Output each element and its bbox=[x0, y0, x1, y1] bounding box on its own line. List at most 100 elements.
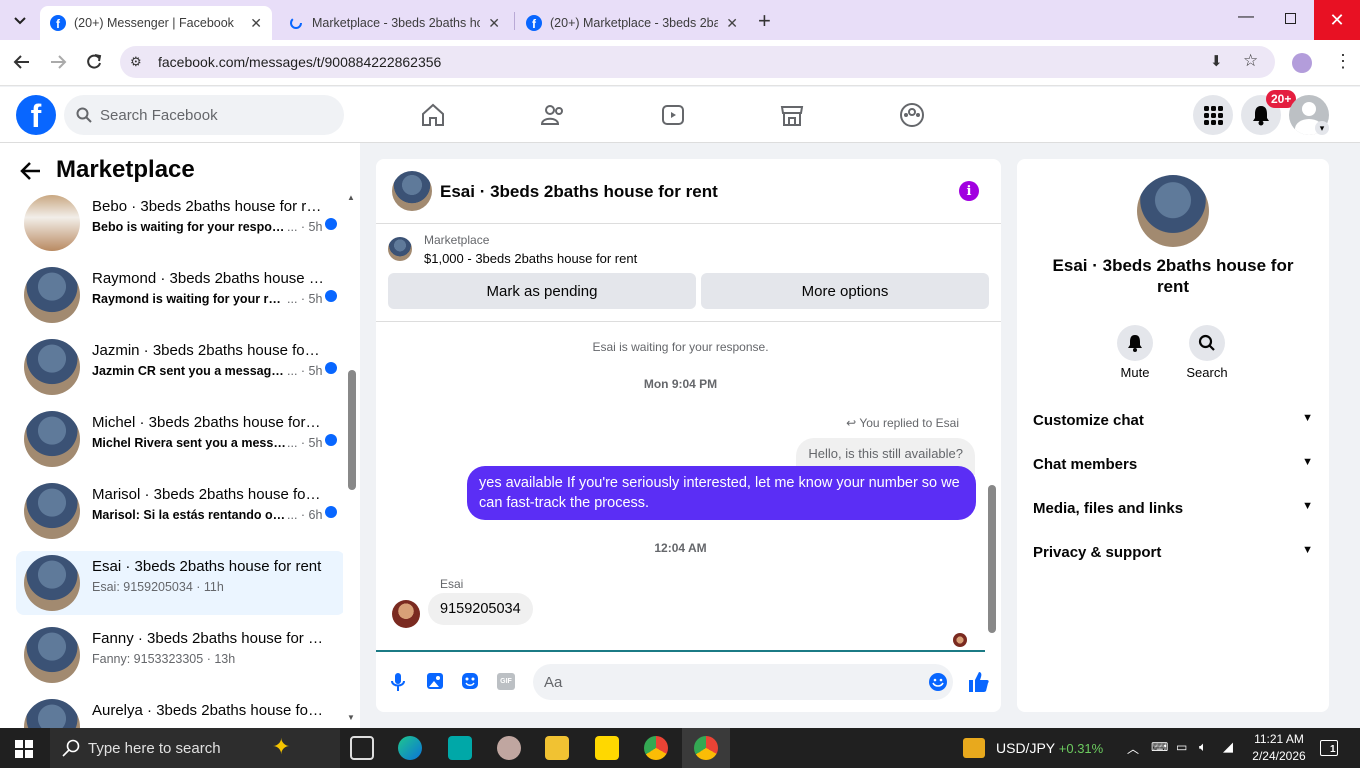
sticky-notes-icon[interactable] bbox=[595, 736, 619, 760]
microphone-icon[interactable] bbox=[390, 672, 406, 692]
conversation-item[interactable]: Raymond · 3beds 2baths house for rent Ra… bbox=[16, 263, 343, 327]
edge-icon[interactable] bbox=[398, 736, 422, 760]
chat-members-row[interactable]: Chat members ▼ bbox=[1033, 456, 1313, 473]
forward-button[interactable] bbox=[49, 53, 67, 76]
tab-search-button[interactable] bbox=[8, 10, 32, 32]
tray-chevron-icon[interactable]: ︿ bbox=[1127, 740, 1139, 757]
facebook-favicon-icon: f bbox=[50, 15, 66, 31]
gif-icon[interactable]: GIF bbox=[497, 673, 515, 690]
chat-scrollbar[interactable] bbox=[988, 485, 996, 633]
close-tab-icon[interactable]: ✕ bbox=[726, 15, 738, 32]
minimize-button[interactable]: — bbox=[1238, 8, 1254, 26]
home-icon[interactable] bbox=[419, 101, 447, 129]
install-app-icon[interactable]: ⬇ bbox=[1210, 52, 1223, 70]
conversation-item[interactable]: Marisol · 3beds 2baths house for rent Ma… bbox=[16, 479, 343, 543]
search-conversation-button[interactable] bbox=[1189, 325, 1225, 361]
clock-date: 2/24/2026 bbox=[1252, 749, 1306, 763]
profile-avatar[interactable] bbox=[1292, 53, 1312, 73]
taskbar-search-input[interactable]: Type here to search ✦ bbox=[50, 728, 340, 768]
new-tab-button[interactable]: + bbox=[758, 8, 771, 34]
tab-marketplace-2[interactable]: f (20+) Marketplace - 3beds 2bat ✕ bbox=[516, 6, 748, 40]
chevron-down-icon: ▼ bbox=[1302, 456, 1313, 468]
close-window-button[interactable]: ✕ bbox=[1314, 0, 1360, 40]
conversation-item[interactable]: Michel · 3beds 2baths house for rent Mic… bbox=[16, 407, 343, 471]
task-view-icon[interactable] bbox=[350, 736, 374, 760]
more-options-button[interactable]: More options bbox=[701, 273, 989, 309]
mute-button[interactable] bbox=[1117, 325, 1153, 361]
conversation-preview: Jazmin CR sent you a message about bbox=[92, 364, 287, 378]
conversation-item[interactable]: Fanny · 3beds 2baths house for rent Fann… bbox=[16, 623, 343, 687]
bookmark-star-icon[interactable]: ☆ bbox=[1243, 51, 1258, 71]
back-button[interactable] bbox=[13, 53, 31, 76]
row-label: Privacy & support bbox=[1033, 544, 1162, 561]
incoming-message[interactable]: 9159205034 bbox=[428, 593, 533, 625]
marketplace-icon[interactable] bbox=[778, 101, 806, 129]
conversation-name: Esai · 3beds 2baths house for rent bbox=[92, 558, 322, 575]
conversation-item-selected[interactable]: Esai · 3beds 2baths house for rent Esai:… bbox=[16, 551, 343, 615]
close-tab-icon[interactable]: ✕ bbox=[250, 15, 262, 32]
address-bar[interactable]: ⚙ facebook.com/messages/t/90088422286235… bbox=[120, 46, 1275, 78]
chat-info-button[interactable]: i bbox=[959, 181, 979, 201]
chat-title[interactable]: Esai · 3beds 2baths house for rent bbox=[440, 182, 718, 202]
chrome-icon[interactable] bbox=[644, 736, 668, 760]
emoji-icon[interactable] bbox=[928, 672, 948, 692]
close-tab-icon[interactable]: ✕ bbox=[488, 15, 500, 32]
scroll-up-icon[interactable]: ▲ bbox=[347, 193, 355, 202]
contact-avatar[interactable] bbox=[1137, 175, 1209, 247]
conversation-avatar bbox=[24, 339, 80, 395]
conversation-name: Marisol · 3beds 2baths house for rent bbox=[92, 486, 324, 503]
message-input[interactable]: Aa bbox=[533, 664, 953, 700]
customize-chat-row[interactable]: Customize chat ▼ bbox=[1033, 412, 1313, 429]
notification-count: 1 bbox=[1330, 744, 1336, 755]
groups-icon[interactable] bbox=[898, 101, 926, 129]
restore-button[interactable] bbox=[1285, 13, 1296, 24]
tab-messenger[interactable]: f (20+) Messenger | Facebook ✕ bbox=[40, 6, 272, 40]
sticker-icon[interactable] bbox=[461, 672, 479, 690]
account-chevron-icon[interactable]: ▾ bbox=[1315, 121, 1329, 135]
site-info-icon[interactable]: ⚙ bbox=[130, 54, 142, 70]
media-files-links-row[interactable]: Media, files and links ▼ bbox=[1033, 500, 1313, 517]
reply-arrow-icon: ↩ bbox=[846, 416, 857, 430]
privacy-support-row[interactable]: Privacy & support ▼ bbox=[1033, 544, 1313, 561]
sigma-app-icon[interactable] bbox=[448, 736, 472, 760]
sender-avatar[interactable] bbox=[392, 600, 420, 628]
friends-icon[interactable] bbox=[539, 101, 567, 129]
ime-icon[interactable]: ⌨ bbox=[1151, 740, 1168, 754]
back-arrow-icon[interactable] bbox=[20, 161, 42, 181]
outgoing-message[interactable]: yes available If you're seriously intere… bbox=[467, 466, 976, 520]
conversation-item[interactable]: Jazmin · 3beds 2baths house for rent Jaz… bbox=[16, 335, 343, 399]
windows-start-icon[interactable] bbox=[15, 740, 33, 758]
thumbs-up-icon[interactable] bbox=[968, 671, 990, 693]
chat-header-avatar[interactable] bbox=[392, 171, 432, 211]
scroll-down-icon[interactable]: ▼ bbox=[347, 713, 355, 722]
listing-title[interactable]: $1,000 - 3beds 2baths house for rent bbox=[424, 251, 637, 266]
video-icon[interactable] bbox=[659, 101, 687, 129]
reload-button[interactable] bbox=[85, 53, 103, 76]
volume-icon[interactable]: 🔈︎ bbox=[1199, 739, 1207, 755]
facebook-logo-icon[interactable]: f bbox=[16, 95, 56, 135]
row-label: Customize chat bbox=[1033, 412, 1144, 429]
paint-app-icon[interactable] bbox=[497, 736, 521, 760]
menu-grid-button[interactable] bbox=[1193, 95, 1233, 135]
currency-widget-icon[interactable] bbox=[963, 738, 985, 758]
conversation-item[interactable]: Aurelya · 3beds 2baths house for rent bbox=[16, 695, 343, 728]
ticker-widget[interactable]: USD/JPY +0.31% bbox=[996, 740, 1103, 756]
tab-label: Marketplace - 3beds 2baths ho bbox=[312, 16, 481, 30]
listing-thumbnail[interactable] bbox=[388, 237, 412, 261]
conversation-avatar bbox=[24, 483, 80, 539]
facebook-search-input[interactable]: Search Facebook bbox=[64, 95, 344, 135]
photo-icon[interactable] bbox=[426, 672, 444, 690]
unread-dot bbox=[325, 290, 337, 302]
clock-time: 11:21 AM bbox=[1254, 732, 1304, 746]
chrome-profile-icon[interactable] bbox=[694, 736, 718, 760]
browser-menu-icon[interactable]: ⋮ bbox=[1334, 51, 1352, 72]
clock[interactable]: 11:21 AM 2/24/2026 bbox=[1248, 731, 1310, 765]
chat-panel: Esai · 3beds 2baths house for rent i Mar… bbox=[376, 159, 1001, 712]
mark-as-pending-button[interactable]: Mark as pending bbox=[388, 273, 696, 309]
file-explorer-icon[interactable] bbox=[545, 736, 569, 760]
tab-marketplace-1[interactable]: Marketplace - 3beds 2baths ho ✕ bbox=[278, 6, 510, 40]
battery-icon[interactable]: ▭ bbox=[1176, 740, 1187, 754]
network-icon[interactable]: ◢ bbox=[1223, 739, 1233, 755]
conversation-item[interactable]: Bebo · 3beds 2baths house for rent Bebo … bbox=[16, 191, 343, 255]
sidebar-scrollbar[interactable] bbox=[348, 370, 356, 490]
